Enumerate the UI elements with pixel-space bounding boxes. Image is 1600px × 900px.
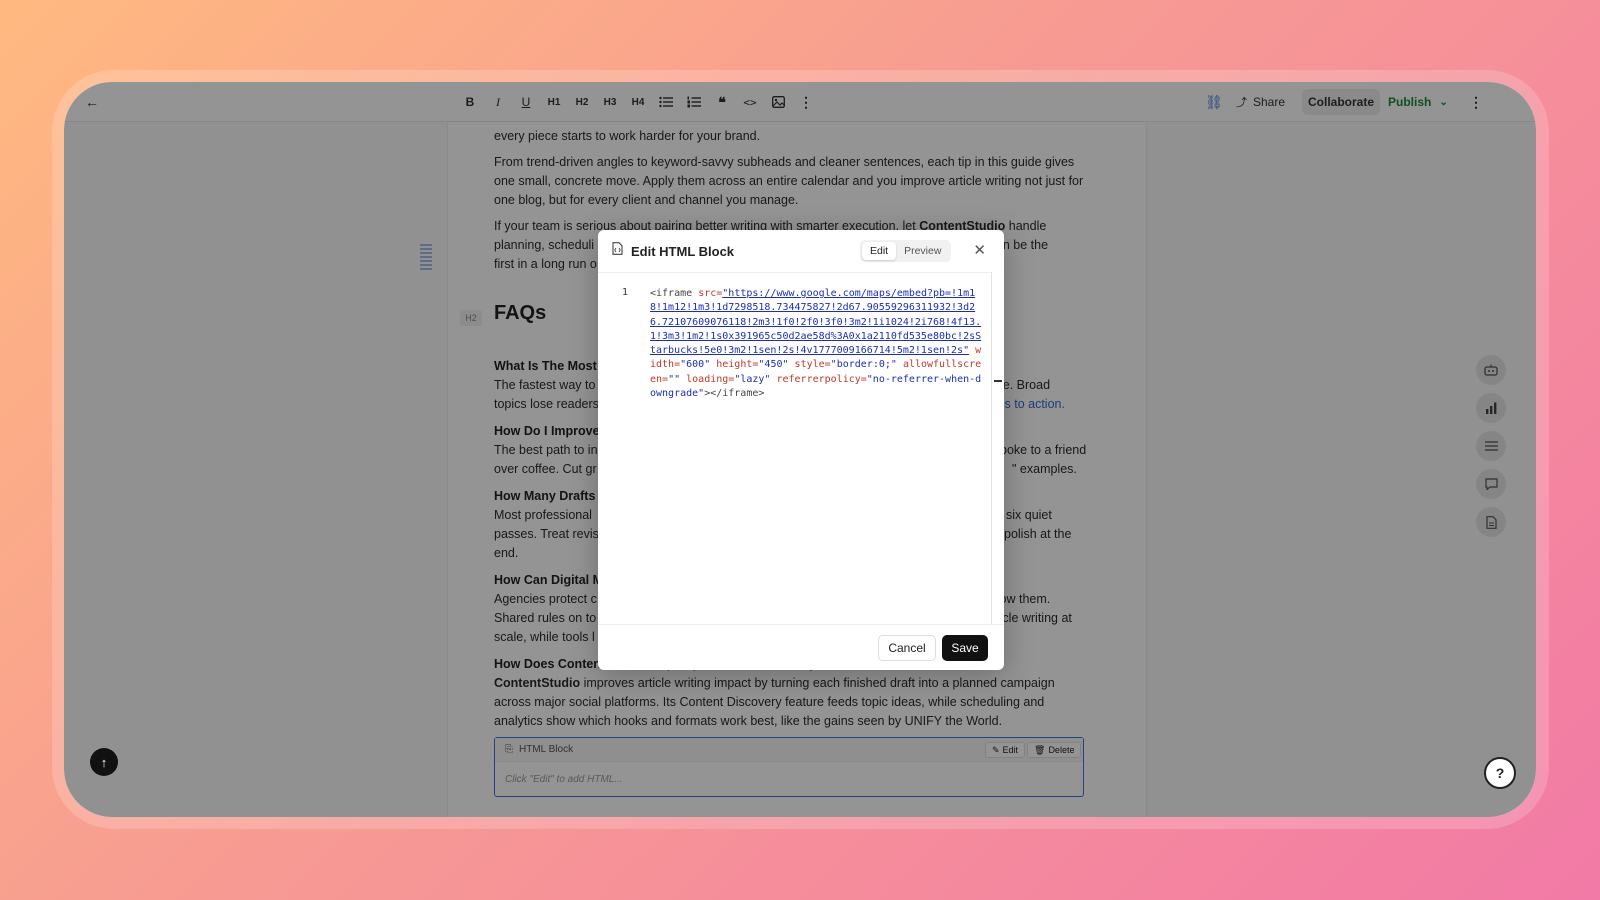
code-token: "lazy" bbox=[734, 373, 771, 385]
dialog-header: Edit HTML Block Edit Preview ✕ bbox=[598, 230, 1004, 272]
help-button[interactable]: ? bbox=[1484, 757, 1516, 789]
save-button[interactable]: Save bbox=[942, 635, 988, 661]
editor-scrollbar-thumb[interactable] bbox=[994, 380, 1002, 382]
tab-preview[interactable]: Preview bbox=[896, 242, 949, 260]
code-token: ></iframe> bbox=[704, 388, 765, 400]
edit-html-dialog: Edit HTML Block Edit Preview ✕ 1 <iframe… bbox=[598, 230, 1004, 670]
scroll-to-top-button[interactable]: ↑ bbox=[90, 748, 118, 776]
code-token: "" bbox=[668, 373, 681, 385]
close-icon[interactable]: ✕ bbox=[973, 241, 986, 259]
tab-edit[interactable]: Edit bbox=[862, 242, 897, 260]
code-token: "border:0;" bbox=[830, 359, 897, 371]
edit-preview-toggle: Edit Preview bbox=[860, 240, 952, 262]
code-token: "450" bbox=[758, 359, 789, 371]
code-token: loading= bbox=[686, 373, 735, 385]
code-content[interactable]: <iframe src="https://www.google.com/maps… bbox=[650, 287, 986, 401]
code-token: src= bbox=[698, 288, 723, 299]
dialog-title: Edit HTML Block bbox=[631, 243, 735, 259]
code-editor[interactable]: 1 <iframe src="https://www.google.com/ma… bbox=[598, 272, 992, 624]
code-token: height= bbox=[716, 359, 759, 371]
cancel-button[interactable]: Cancel bbox=[878, 635, 936, 661]
code-token: "600" bbox=[680, 359, 711, 371]
code-token: <iframe bbox=[650, 288, 693, 299]
line-number: 1 bbox=[622, 287, 629, 298]
code-file-icon bbox=[612, 242, 623, 260]
code-token: style= bbox=[794, 359, 831, 371]
dialog-footer: Cancel Save bbox=[598, 624, 1004, 670]
code-token: referrerpolicy= bbox=[776, 373, 867, 385]
editor-scrollbar[interactable] bbox=[991, 272, 992, 624]
